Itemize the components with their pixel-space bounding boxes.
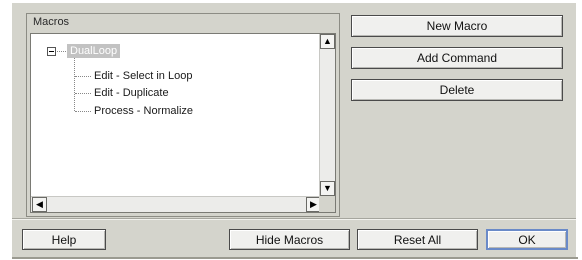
new-macro-button[interactable]: New Macro [351, 15, 563, 37]
macro-tree: DualLoop Edit - Select in Loop Edit - Du… [30, 33, 336, 213]
tree-item-dualloop[interactable]: DualLoop [67, 44, 121, 58]
scrollbar-corner [319, 196, 335, 212]
scroll-down-button[interactable]: ▼ [320, 181, 335, 196]
tree-item-duplicate[interactable]: Edit - Duplicate [94, 86, 169, 100]
delete-button[interactable]: Delete [351, 79, 563, 101]
hide-macros-button[interactable]: Hide Macros [229, 229, 350, 250]
horizontal-scrollbar[interactable]: ◀ ▶ [31, 196, 321, 212]
tree-connector [75, 76, 91, 77]
help-button[interactable]: Help [22, 229, 106, 250]
arrow-right-icon: ▶ [310, 199, 317, 209]
scroll-left-button[interactable]: ◀ [32, 197, 47, 212]
arrow-down-icon: ▼ [323, 183, 332, 193]
macros-group-label: Macros [33, 16, 70, 28]
tree-item-normalize[interactable]: Process - Normalize [94, 104, 193, 118]
macros-group: Macros DualLoop Edit - Select in Loop Ed… [26, 13, 340, 217]
macro-tree-area[interactable]: DualLoop Edit - Select in Loop Edit - Du… [31, 34, 321, 196]
tree-connector [75, 93, 91, 94]
tree-connector [57, 51, 66, 52]
tree-item-select-in-loop[interactable]: Edit - Select in Loop [94, 69, 192, 83]
dialog-bottom-edge [12, 257, 578, 259]
scroll-up-button[interactable]: ▲ [320, 34, 335, 49]
reset-all-button[interactable]: Reset All [357, 229, 478, 250]
arrow-left-icon: ◀ [36, 199, 43, 209]
collapse-icon[interactable] [47, 47, 56, 56]
add-command-button[interactable]: Add Command [351, 47, 563, 69]
tree-connector [75, 111, 91, 112]
tree-connector [74, 58, 75, 111]
footer-separator [12, 218, 576, 220]
ok-button[interactable]: OK [486, 229, 568, 250]
arrow-up-icon: ▲ [323, 36, 332, 46]
vertical-scrollbar[interactable]: ▲ ▼ [319, 34, 335, 196]
